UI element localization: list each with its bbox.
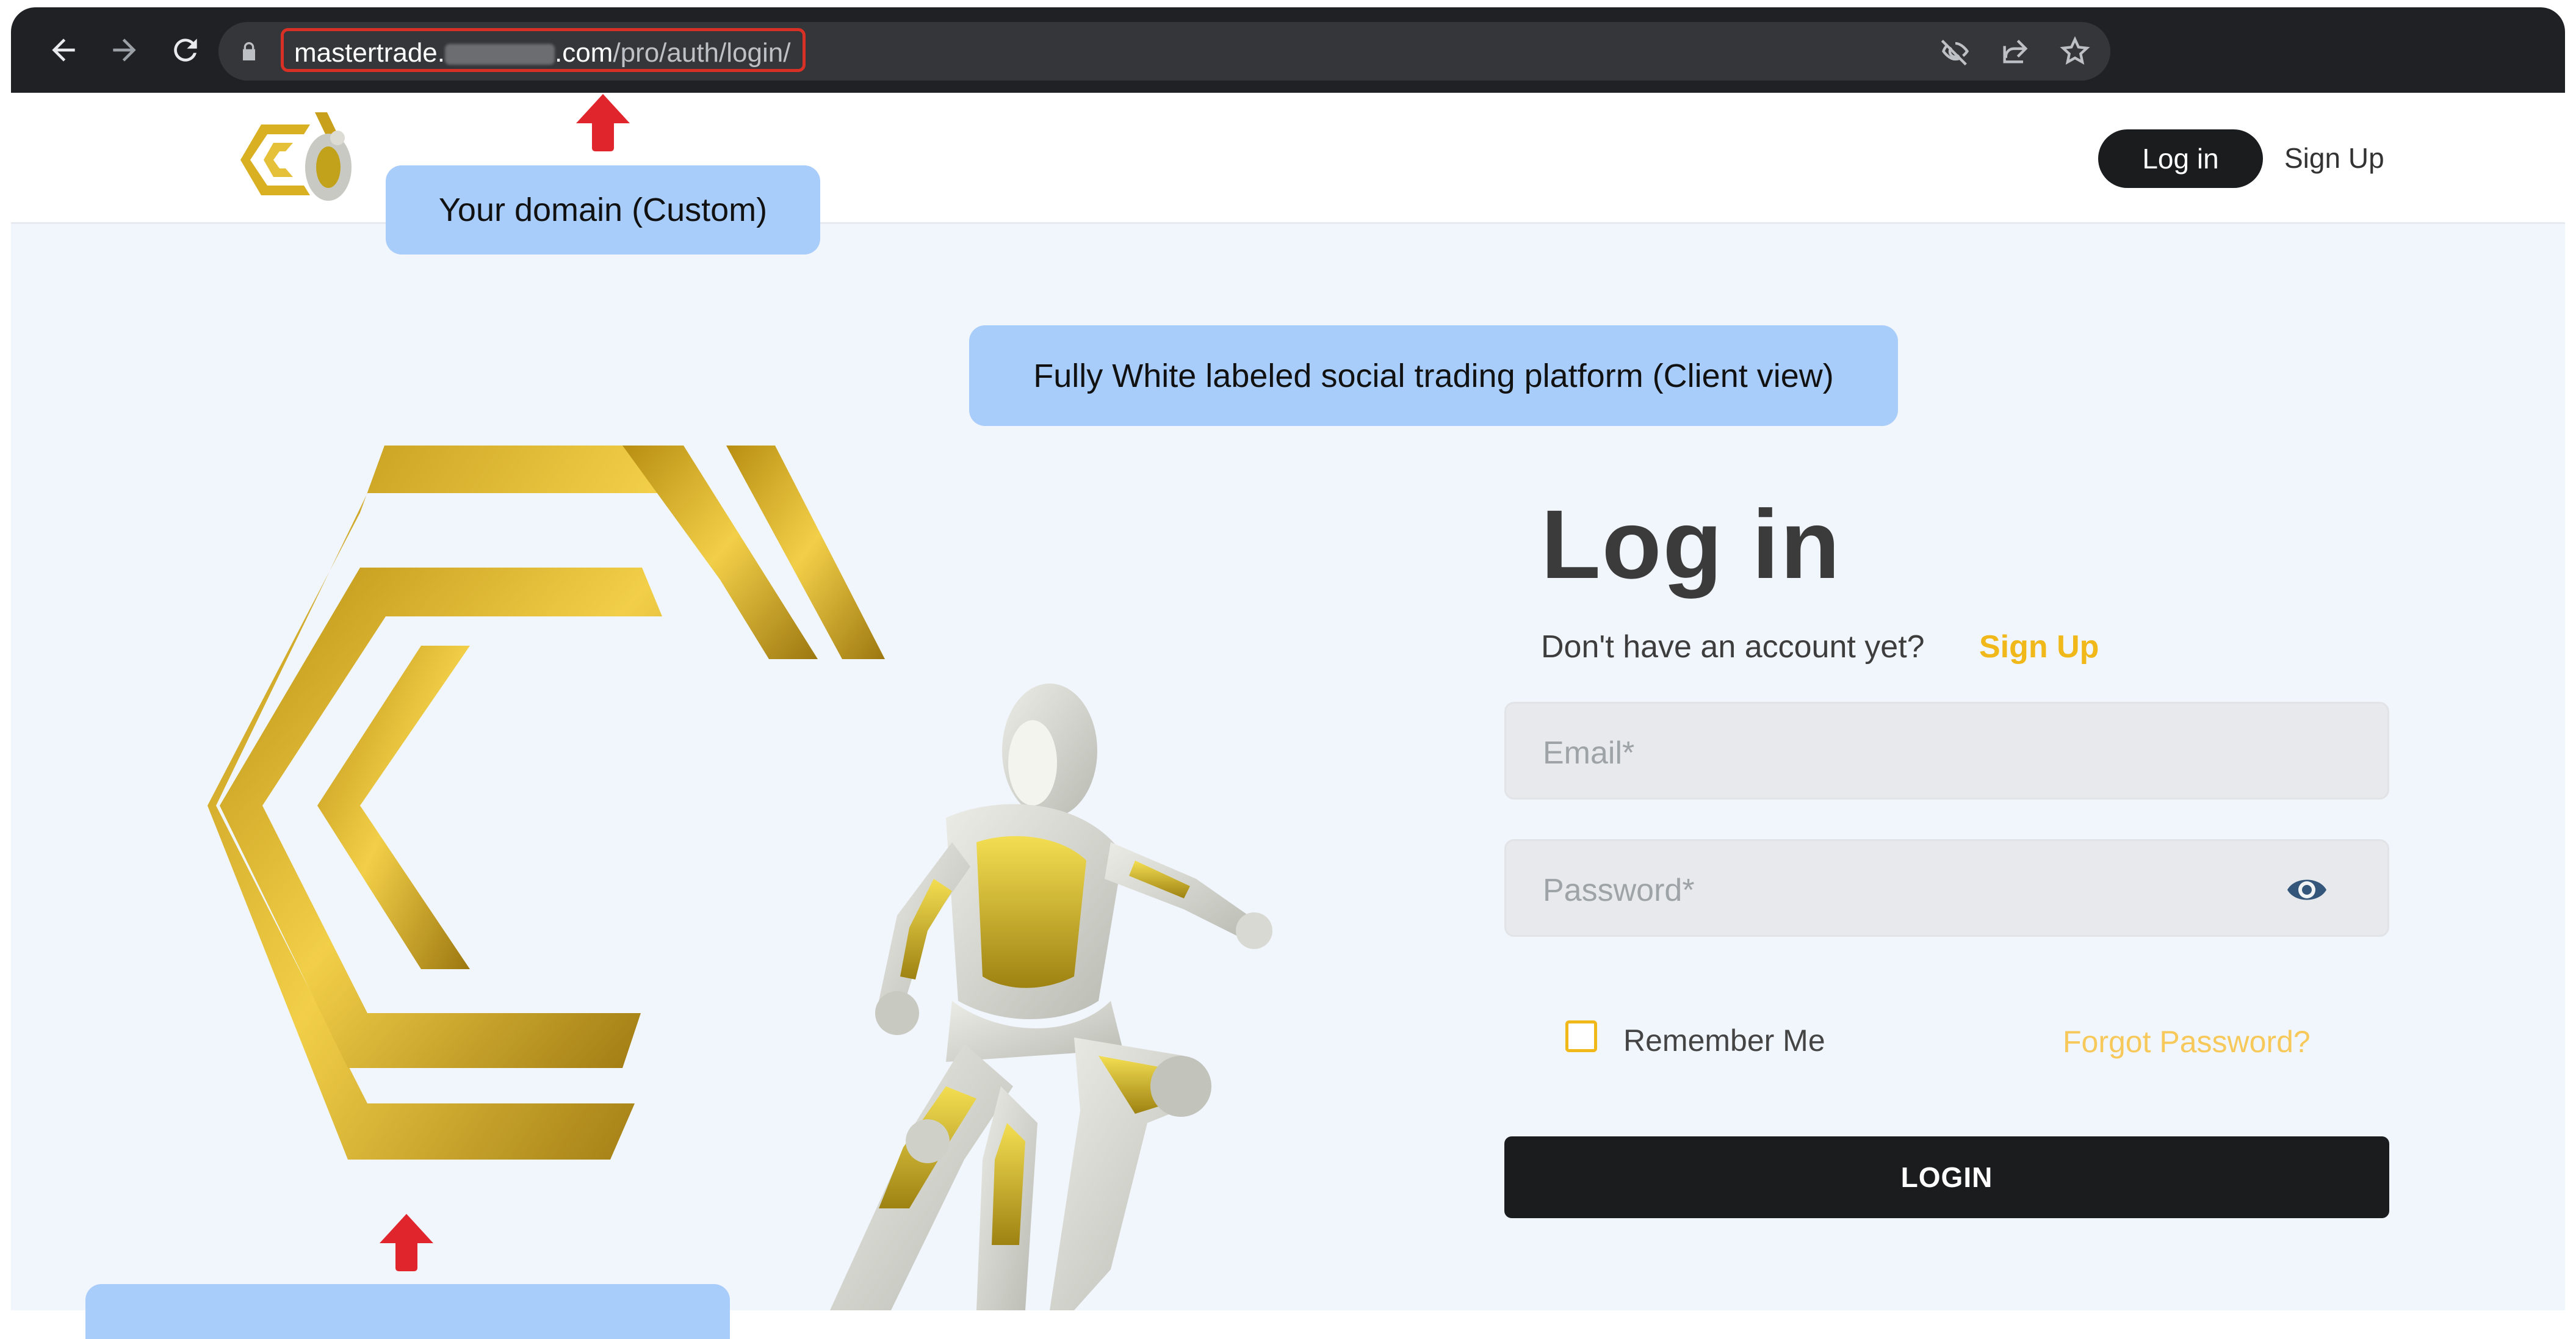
back-button[interactable] (41, 28, 85, 72)
reload-button[interactable] (164, 28, 207, 72)
eye-icon[interactable] (2285, 872, 2329, 908)
email-input[interactable] (1542, 735, 2276, 771)
url-host: mastertrade. (294, 38, 445, 68)
forward-button[interactable] (103, 28, 146, 72)
share-icon[interactable] (1999, 35, 2031, 67)
remember-me-checkbox[interactable] (1565, 1020, 1597, 1052)
browser-toolbar: mastertrade. .com/pro/auth/login/ (11, 7, 2565, 93)
callout-custom-domain: Your domain (Custom) (386, 165, 820, 254)
eye-slash-icon[interactable] (1939, 35, 1971, 67)
forgot-password-link[interactable]: Forgot Password? (2063, 1024, 2311, 1059)
no-account-text: Don't have an account yet? (1541, 629, 1925, 665)
robot-figure-image (830, 684, 1272, 1310)
password-input[interactable] (1542, 873, 2276, 908)
brand-logo[interactable] (237, 106, 371, 213)
url-path: /pro/auth/login/ (613, 38, 791, 68)
password-field (1504, 839, 2389, 937)
red-arrow-up-icon (380, 1214, 433, 1271)
forward-arrow-icon (113, 38, 136, 62)
url-host-suffix: .com (554, 38, 613, 68)
reload-icon (174, 38, 197, 62)
url-text[interactable]: mastertrade. .com/pro/auth/login/ (294, 38, 790, 68)
login-submit-button[interactable]: LOGIN (1504, 1136, 2389, 1218)
header-login-button[interactable]: Log in (2098, 129, 2263, 188)
callout-white-label: Fully White labeled social trading platf… (969, 325, 1898, 426)
back-arrow-icon (52, 38, 75, 62)
address-bar[interactable]: mastertrade. .com/pro/auth/login/ (218, 22, 2110, 81)
remember-me-label[interactable]: Remember Me (1623, 1023, 1825, 1058)
red-arrow-up-icon (576, 94, 630, 151)
lock-icon (243, 42, 255, 60)
header-signup-link[interactable]: Sign Up (2284, 142, 2384, 175)
star-icon[interactable] (2059, 35, 2091, 67)
redacted-domain (444, 44, 555, 65)
email-field (1504, 702, 2389, 799)
callout-bottom-partial (85, 1284, 730, 1339)
login-title: Log in (1541, 489, 1841, 599)
signup-link[interactable]: Sign Up (1979, 629, 2099, 665)
